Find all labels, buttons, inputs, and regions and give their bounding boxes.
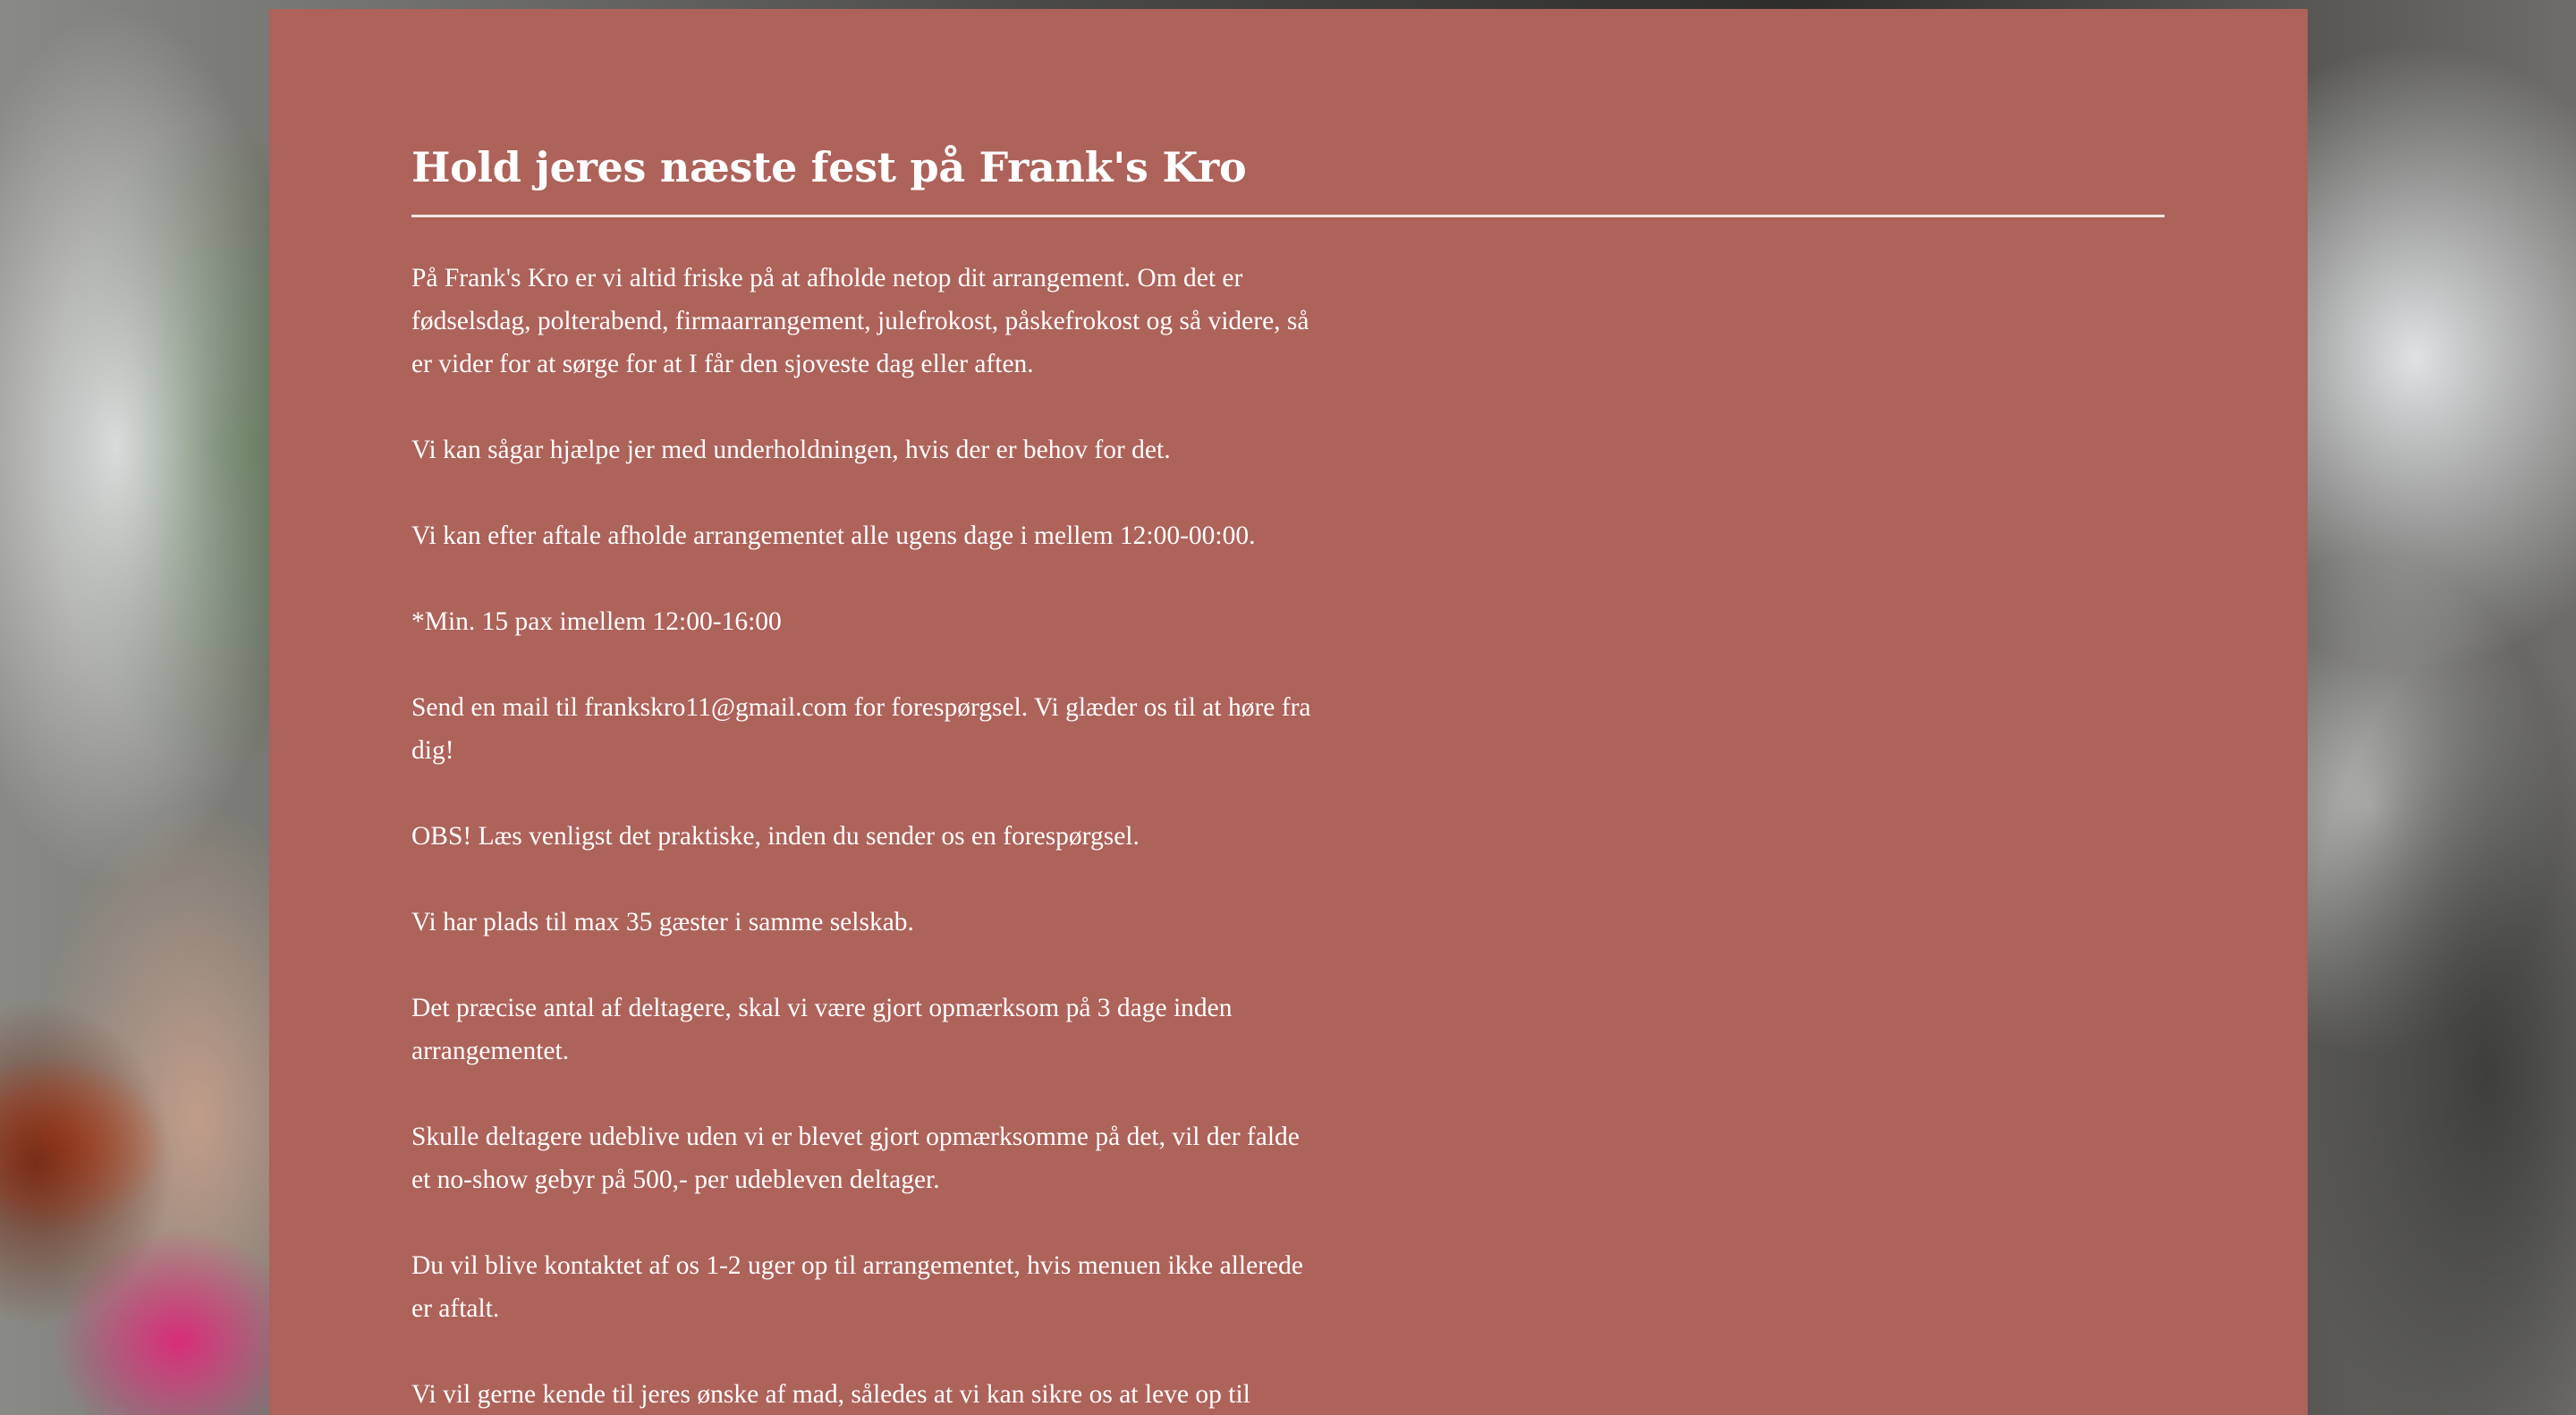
paragraph-guest-count: Det præcise antal af deltagere, skal vi … <box>411 994 1233 1065</box>
body-text: På Frank's Kro er vi altid friske på at … <box>411 257 1315 1415</box>
paragraph-contact-email: Send en mail til frankskro11@gmail.com f… <box>411 693 1311 765</box>
paragraph-no-show-fee: Skulle deltagere udeblive uden vi er ble… <box>411 1123 1300 1194</box>
content-panel: Hold jeres næste fest på Frank's Kro På … <box>269 9 2308 1415</box>
paragraph-minimum-pax: *Min. 15 pax imellem 12:00-16:00 <box>411 607 782 636</box>
content-section: Hold jeres næste fest på Frank's Kro På … <box>411 134 2165 1415</box>
paragraph-intro: På Frank's Kro er vi altid friske på at … <box>411 264 1309 378</box>
paragraph-food-wishes: Vi vil gerne kende til jeres ønske af ma… <box>411 1380 1250 1409</box>
page-title: Hold jeres næste fest på Frank's Kro <box>411 143 1247 191</box>
paragraph-opening-hours: Vi kan efter aftale afholde arrangemente… <box>411 521 1256 550</box>
paragraph-capacity: Vi har plads til max 35 gæster i samme s… <box>411 908 914 936</box>
paragraph-practical-notice: OBS! Læs venligst det praktiske, inden d… <box>411 822 1140 851</box>
title-divider <box>411 215 2165 217</box>
paragraph-menu-contact: Du vil blive kontaktet af os 1-2 uger op… <box>411 1251 1303 1323</box>
paragraph-entertainment: Vi kan sågar hjælpe jer med underholdnin… <box>411 436 1171 464</box>
